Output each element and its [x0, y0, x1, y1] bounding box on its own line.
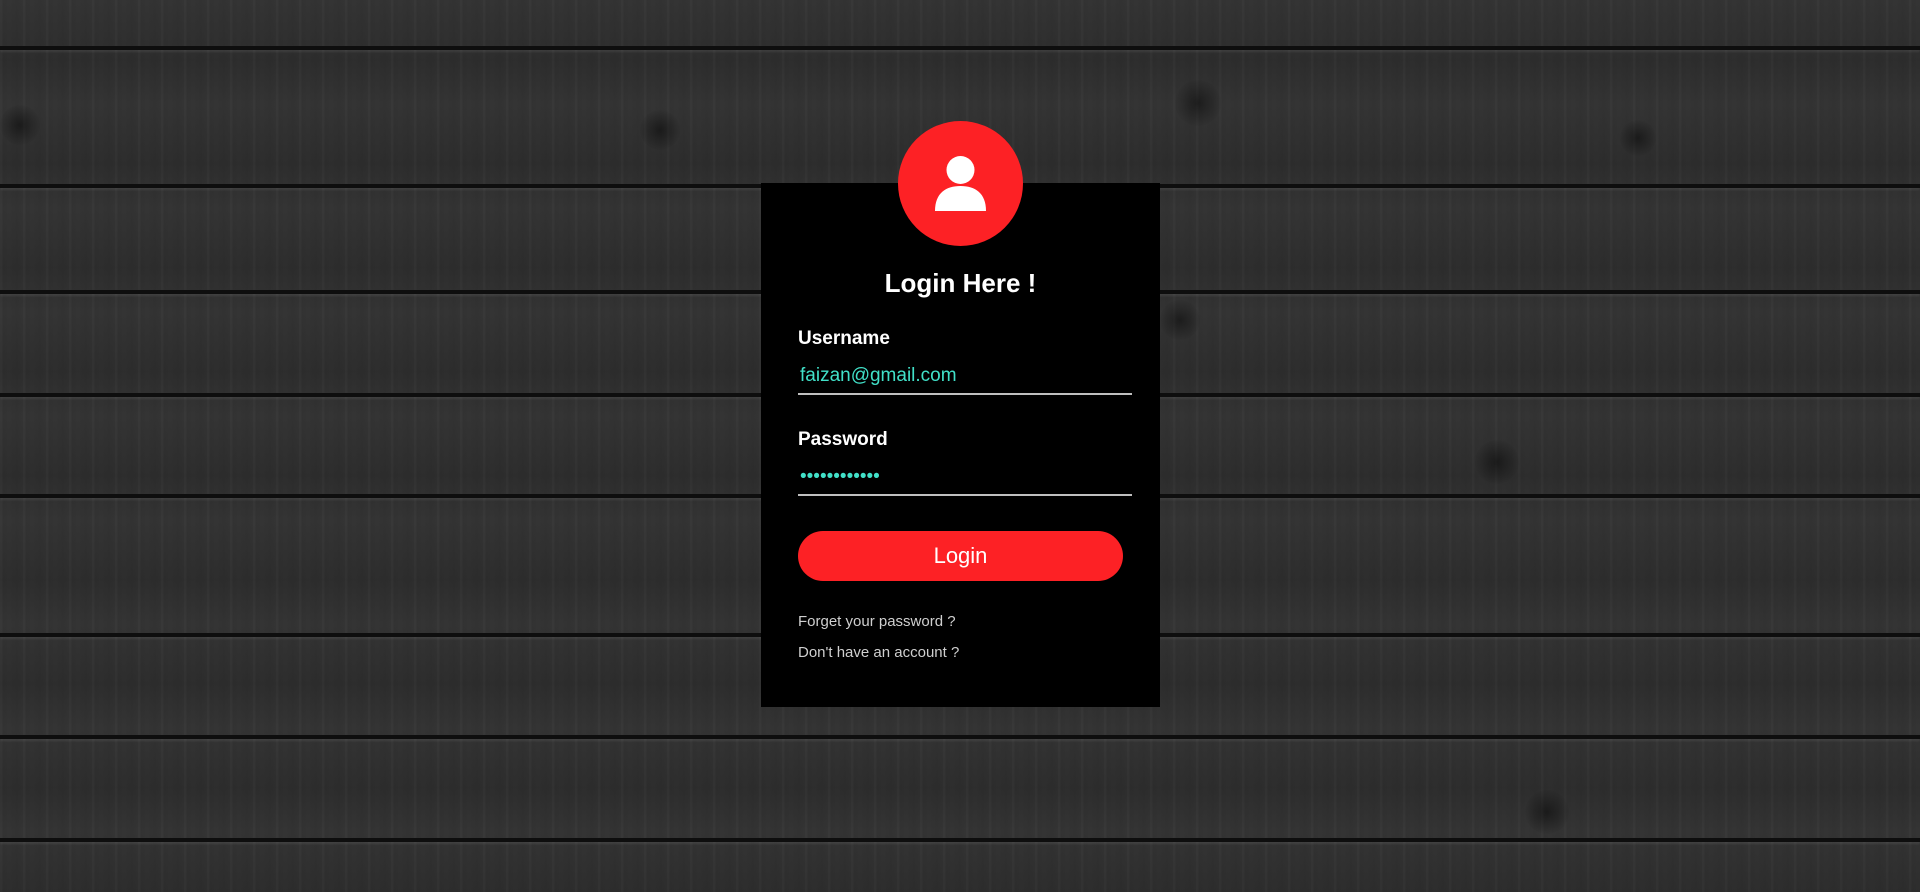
wood-knot: [1525, 790, 1569, 834]
plank-seam: [0, 46, 1920, 50]
password-input[interactable]: [798, 460, 1132, 496]
wood-knot: [0, 105, 40, 145]
plank-seam: [0, 735, 1920, 739]
password-label: Password: [798, 429, 888, 450]
signup-link[interactable]: Don't have an account ?: [798, 644, 959, 661]
username-input[interactable]: [798, 359, 1132, 395]
login-button[interactable]: Login: [798, 531, 1123, 581]
plank-seam: [0, 838, 1920, 842]
username-label: Username: [798, 328, 890, 349]
login-title: Login Here !: [884, 268, 1037, 298]
wood-knot: [1175, 80, 1221, 126]
user-icon: [935, 156, 986, 211]
forgot-password-link[interactable]: Forget your password ?: [798, 613, 956, 630]
wood-knot: [1475, 440, 1519, 484]
avatar: [898, 121, 1023, 246]
wood-knot: [1160, 300, 1200, 340]
wood-knot: [1620, 120, 1656, 156]
wood-knot: [640, 110, 680, 150]
